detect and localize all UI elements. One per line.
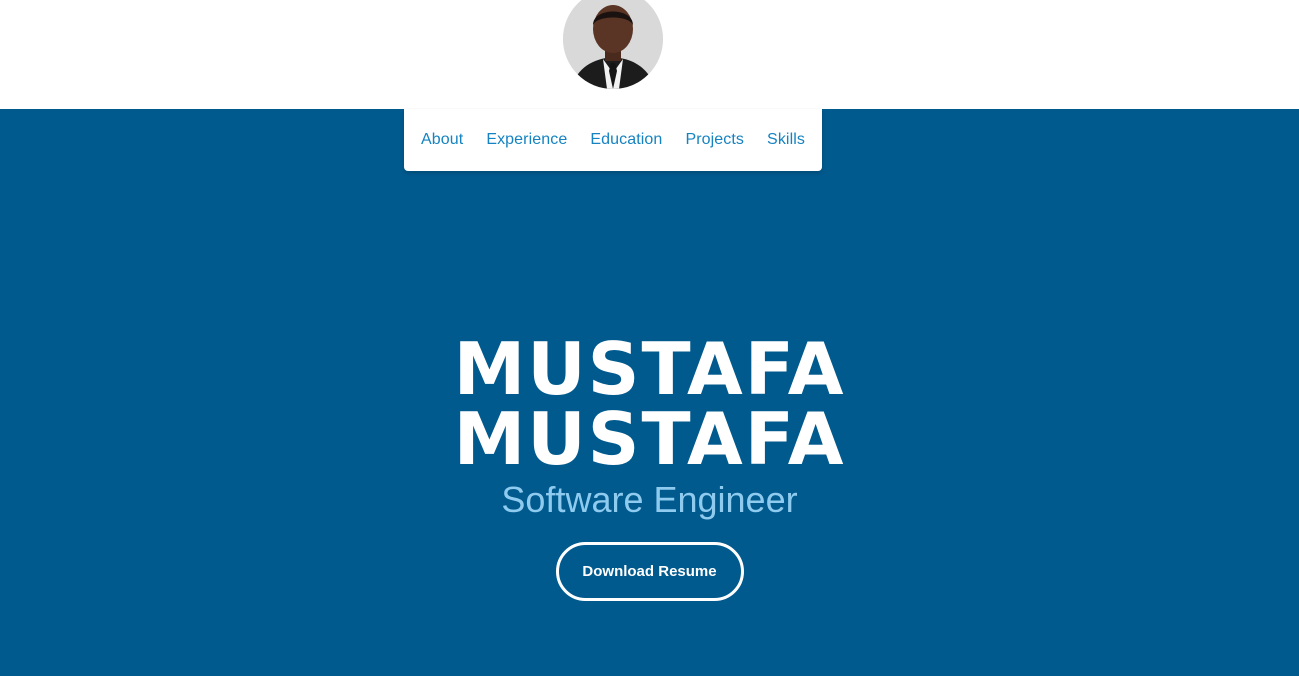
hero-section: MUSTAFA MUSTAFA Software Engineer Downlo… — [0, 320, 1299, 601]
page: About Experience Education Projects Skil… — [0, 0, 1299, 676]
nav-link-experience[interactable]: Experience — [486, 131, 567, 149]
hero-subtitle: Software Engineer — [501, 479, 798, 520]
nav-link-about[interactable]: About — [421, 131, 463, 149]
nav-link-skills[interactable]: Skills — [767, 131, 805, 149]
hero-name-first: MUSTAFA — [453, 327, 846, 411]
nav-link-projects[interactable]: Projects — [685, 131, 744, 149]
hero-name: MUSTAFA MUSTAFA — [0, 327, 1299, 481]
nav-link-education[interactable]: Education — [590, 131, 662, 149]
download-resume-button[interactable]: Download Resume — [555, 542, 744, 601]
hero-name-last: MUSTAFA — [453, 397, 846, 481]
main-navbar: About Experience Education Projects Skil… — [404, 109, 822, 171]
